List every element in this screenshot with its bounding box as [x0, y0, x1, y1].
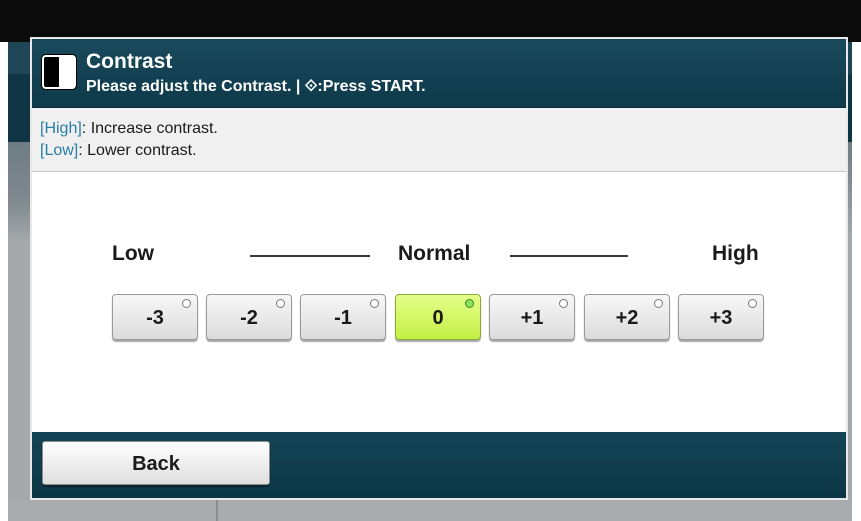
- level-button-plus-3[interactable]: +3: [678, 294, 764, 340]
- indicator-dot-icon: [370, 299, 379, 308]
- level-button-minus-1[interactable]: -1: [300, 294, 386, 340]
- level-button-minus-2[interactable]: -2: [206, 294, 292, 340]
- level-label: -1: [334, 307, 352, 329]
- selected-indicator-dot-icon: [465, 299, 474, 308]
- back-button[interactable]: Back: [42, 441, 270, 485]
- level-label: -2: [240, 307, 258, 329]
- contrast-dialog: Contrast Please adjust the Contrast. | ⟐…: [30, 37, 848, 500]
- dialog-title: Contrast: [86, 50, 173, 73]
- dialog-subtitle: Please adjust the Contrast. | ⟐:Press ST…: [86, 78, 426, 95]
- background-top: [0, 0, 861, 42]
- info-line-low: [Low]: Lower contrast.: [40, 141, 197, 161]
- background-screen-bottom: [8, 500, 852, 521]
- level-button-plus-2[interactable]: +2: [584, 294, 670, 340]
- indicator-dot-icon: [276, 299, 285, 308]
- indicator-dot-icon: [559, 299, 568, 308]
- level-label: 0: [432, 307, 444, 329]
- back-button-label: Back: [132, 453, 180, 475]
- level-label: +3: [709, 307, 733, 329]
- info-text-low: : Lower contrast.: [78, 142, 197, 159]
- info-key-high: [High]: [40, 120, 82, 137]
- info-text-high: : Increase contrast.: [81, 120, 218, 137]
- background-divider: [216, 500, 218, 521]
- contrast-icon: [42, 55, 76, 89]
- level-label: +1: [520, 307, 544, 329]
- indicator-dot-icon: [182, 299, 191, 308]
- indicator-dot-icon: [654, 299, 663, 308]
- info-line-high: [High]: Increase contrast.: [40, 119, 218, 139]
- dialog-titlebar: Contrast Please adjust the Contrast. | ⟐…: [32, 39, 846, 108]
- scale-line-right: [510, 255, 628, 257]
- level-button-minus-3[interactable]: -3: [112, 294, 198, 340]
- level-label: +2: [615, 307, 639, 329]
- info-panel: [High]: Increase contrast. [Low]: Lower …: [32, 108, 846, 172]
- level-button-0[interactable]: 0: [395, 294, 481, 340]
- dialog-footer: Back: [32, 432, 846, 498]
- level-label: -3: [146, 307, 164, 329]
- scale-label-high: High: [712, 242, 759, 265]
- scale-label-normal: Normal: [398, 242, 471, 265]
- scale-line-left: [250, 255, 370, 257]
- info-key-low: [Low]: [40, 142, 79, 159]
- indicator-dot-icon: [748, 299, 757, 308]
- level-button-plus-1[interactable]: +1: [489, 294, 575, 340]
- scale-label-low: Low: [112, 242, 154, 265]
